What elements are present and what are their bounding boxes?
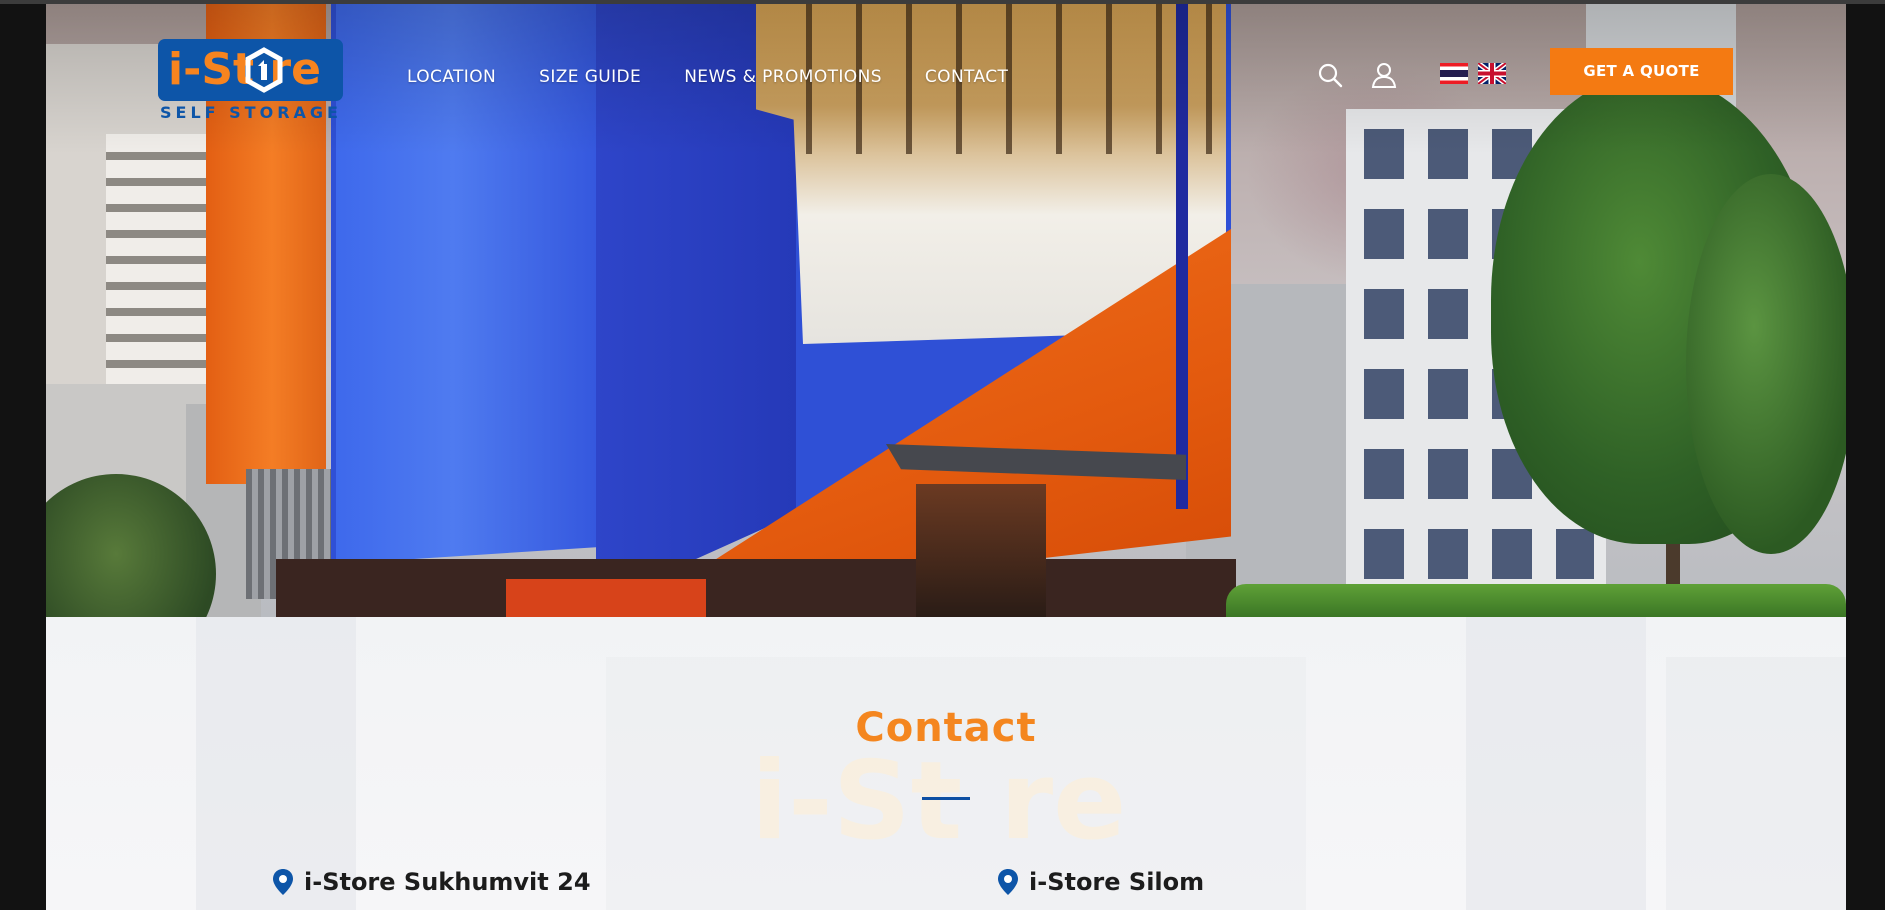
logo-hexagon-icon xyxy=(245,47,283,93)
site-logo[interactable]: i-St re SELF STORAGE xyxy=(158,39,343,124)
hero-hedge xyxy=(1226,584,1846,617)
hero-entrance xyxy=(916,484,1046,617)
location-pin-icon xyxy=(998,869,1018,895)
get-a-quote-button[interactable]: GET A QUOTE xyxy=(1550,48,1733,95)
logo-badge: i-St re xyxy=(158,39,343,101)
hero-ground-floor xyxy=(276,559,1236,617)
location-silom[interactable]: i-Store Silom xyxy=(997,866,1297,898)
location-name: i-Store Sukhumvit 24 xyxy=(304,868,591,896)
background-panel-right xyxy=(1466,617,1646,910)
user-icon[interactable] xyxy=(1371,62,1397,88)
uk-flag-icon[interactable] xyxy=(1478,63,1506,84)
nav-location[interactable]: LOCATION xyxy=(407,63,496,91)
nav-size-guide[interactable]: SIZE GUIDE xyxy=(539,63,641,91)
nav-contact[interactable]: CONTACT xyxy=(925,63,1008,91)
contact-section: i-St re Contact i-Store Sukhumvit 24 i-S… xyxy=(46,617,1846,910)
contact-title: Contact xyxy=(855,705,1037,751)
nav-news-promotions[interactable]: NEWS & PROMOTIONS xyxy=(684,63,882,91)
hero-ground-glow xyxy=(506,579,706,617)
location-sukhumvit-24[interactable]: i-Store Sukhumvit 24 xyxy=(272,866,692,898)
watermark-logo: i-St re xyxy=(751,739,1127,864)
background-panel-far-right xyxy=(1666,657,1846,910)
logo-tagline: SELF STORAGE xyxy=(160,103,342,122)
page: i-St re SELF STORAGE LOCATION SIZE GUIDE… xyxy=(46,4,1846,910)
search-icon[interactable] xyxy=(1317,62,1343,88)
main-nav: LOCATION SIZE GUIDE NEWS & PROMOTIONS CO… xyxy=(407,63,1051,91)
thai-flag-icon[interactable] xyxy=(1440,63,1468,84)
location-name: i-Store Silom xyxy=(1029,868,1205,896)
location-pin-icon xyxy=(273,869,293,895)
hero-tree-2 xyxy=(1686,174,1846,554)
title-underline xyxy=(922,797,970,800)
